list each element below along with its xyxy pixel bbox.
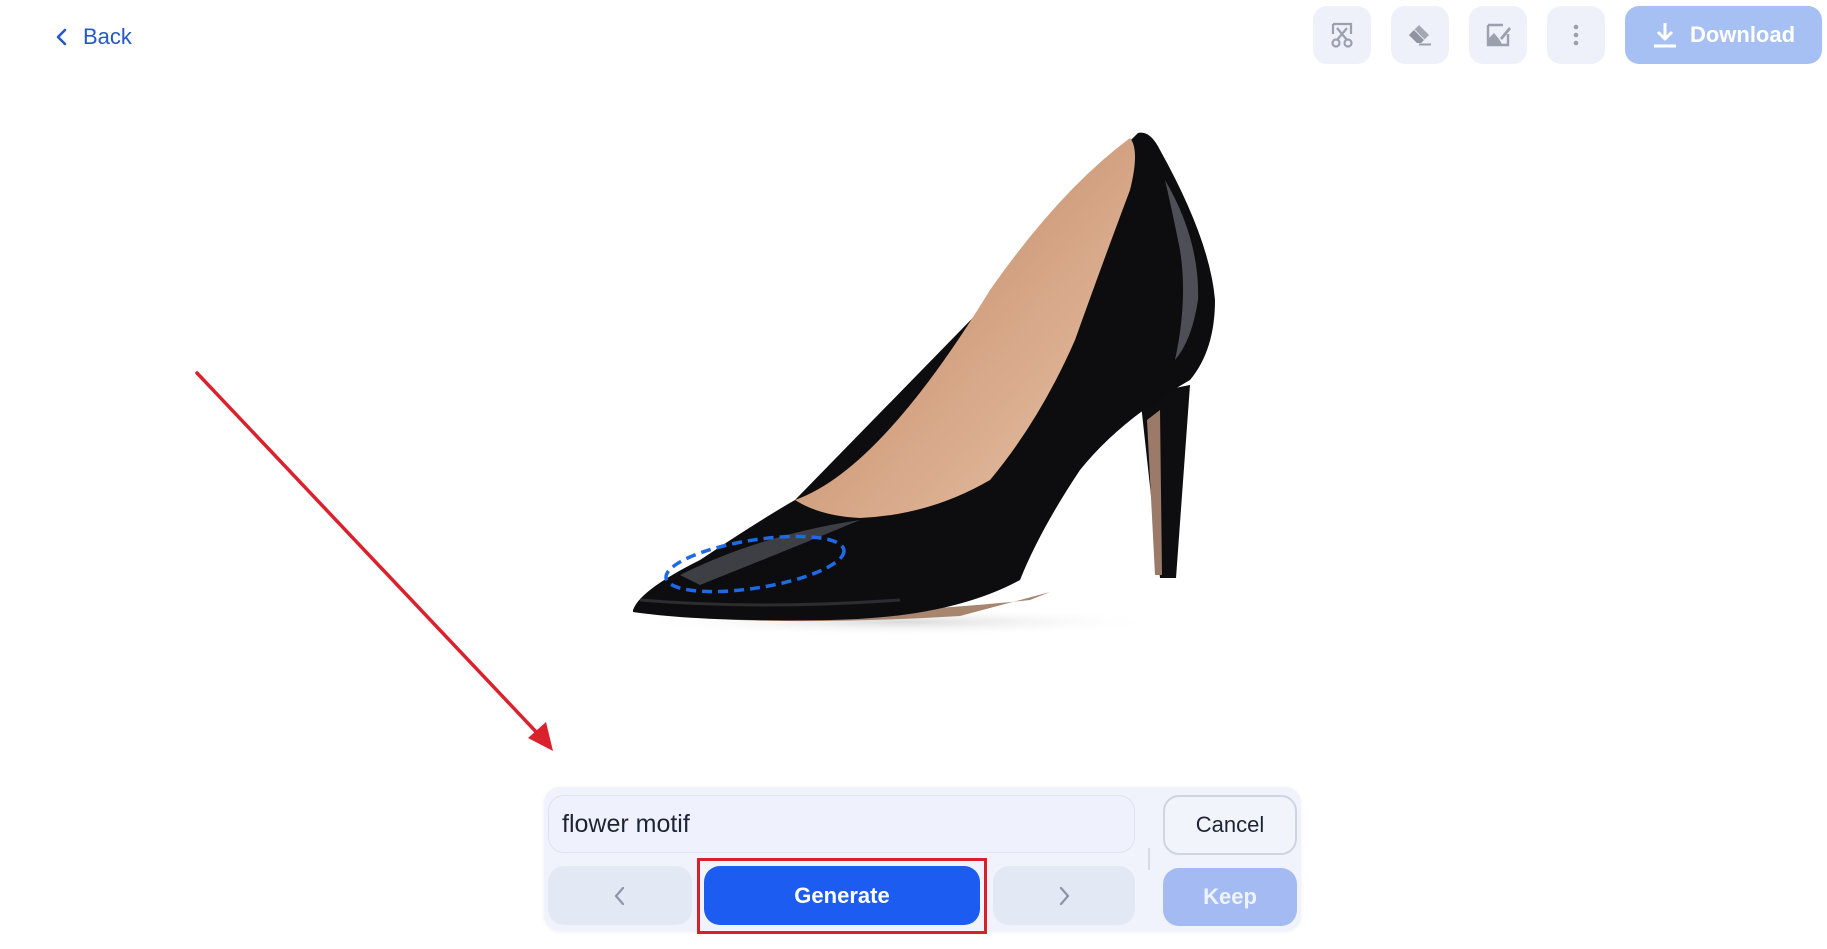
selection-lasso[interactable] (662, 526, 847, 602)
download-label: Download (1689, 22, 1796, 47)
eraser-icon (1409, 25, 1431, 46)
cancel-button[interactable]: Cancel (1163, 795, 1297, 855)
back-label: Back (83, 24, 132, 49)
cutout-tool-button[interactable] (1313, 6, 1371, 64)
chevron-left-icon (56, 28, 67, 46)
more-vertical-icon (1573, 24, 1579, 46)
chevron-left-icon (614, 886, 625, 905)
shoe-image (630, 132, 1215, 636)
image-edit-icon (1486, 23, 1511, 47)
divider (1148, 848, 1150, 870)
download-button[interactable]: Download (1625, 6, 1822, 64)
more-options-button[interactable] (1547, 6, 1605, 64)
generate-button[interactable]: Generate (704, 866, 980, 925)
back-button[interactable]: Back (55, 20, 132, 54)
annotation-arrow (195, 371, 553, 751)
next-result-button[interactable] (993, 866, 1135, 925)
scissors-crop-icon (1331, 22, 1353, 48)
chevron-right-icon (1059, 886, 1070, 905)
download-icon (1653, 23, 1676, 48)
keep-button[interactable]: Keep (1163, 868, 1297, 926)
prompt-input[interactable] (548, 795, 1135, 853)
eraser-tool-button[interactable] (1391, 6, 1449, 64)
previous-result-button[interactable] (548, 866, 692, 925)
edit-image-tool-button[interactable] (1469, 6, 1527, 64)
